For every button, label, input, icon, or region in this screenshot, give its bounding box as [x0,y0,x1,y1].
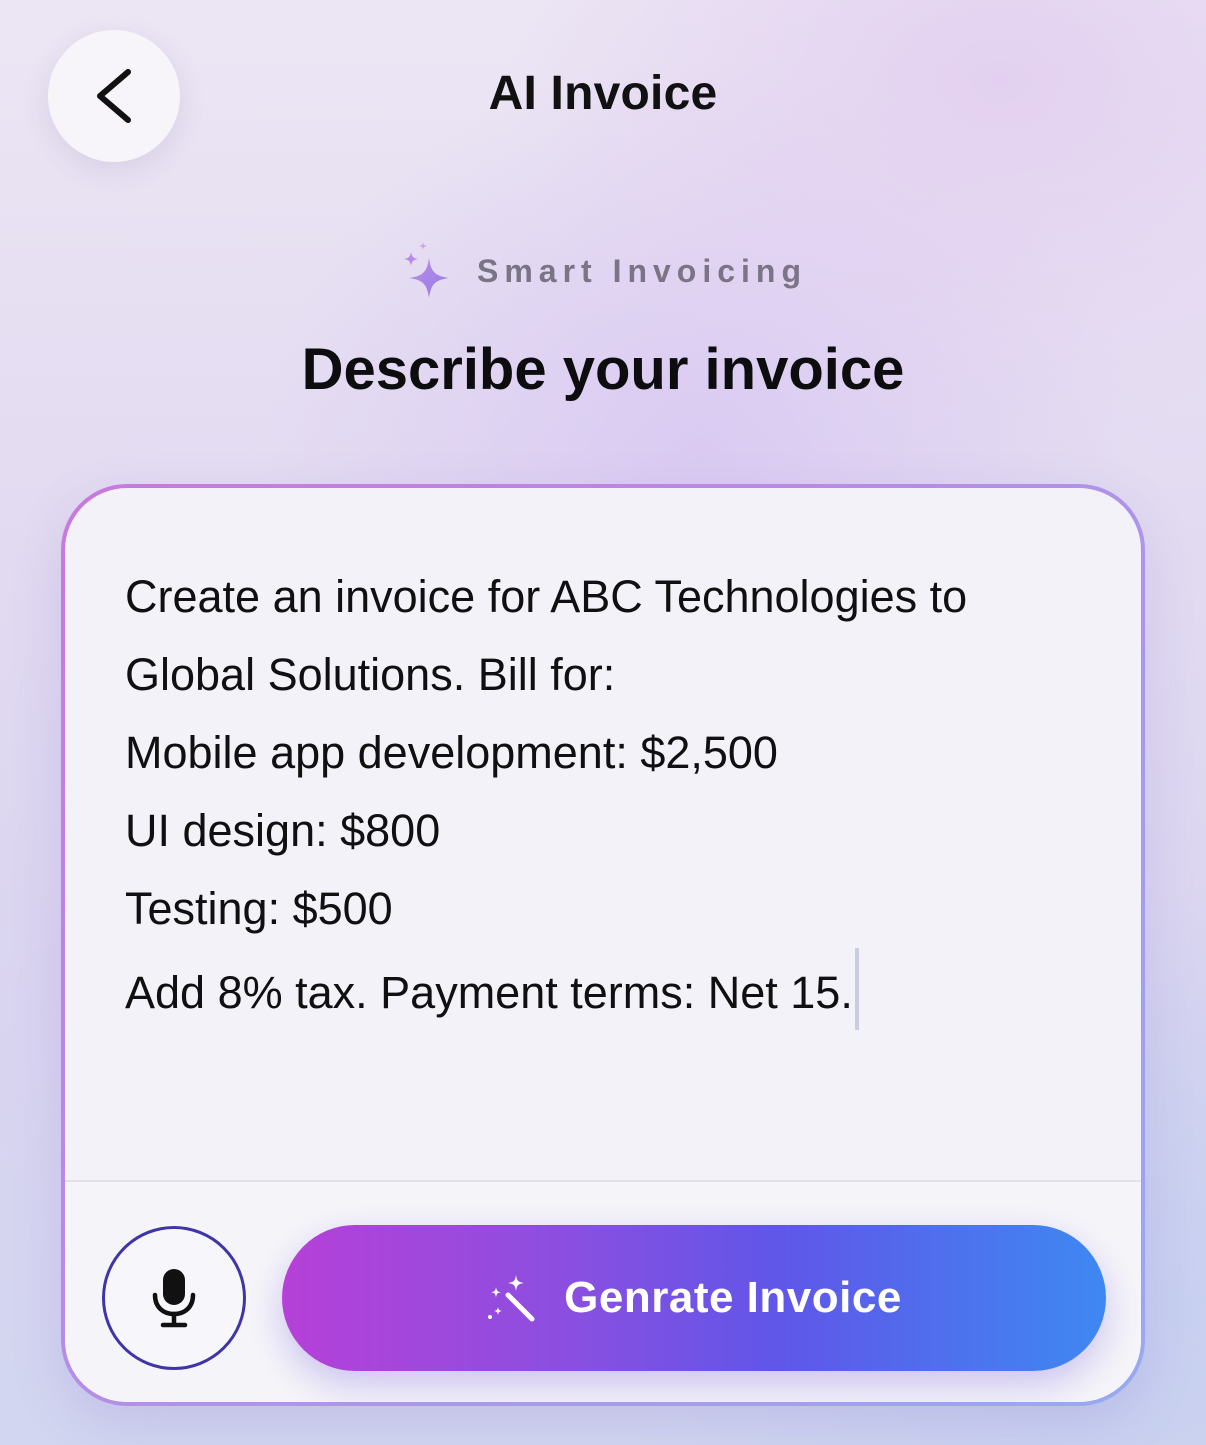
microphone-button[interactable] [102,1226,246,1370]
tagline-text: Smart Invoicing [476,252,808,289]
prompt-input[interactable]: Create an invoice for ABC Technologies t… [125,558,1091,1032]
page-title: AI Invoice [488,67,718,120]
text-cursor [854,948,859,1030]
prompt-line: UI design: $800 [125,805,441,856]
prompt-line: Testing: $500 [125,883,393,934]
magic-wand-icon [488,1275,535,1322]
prompt-line: Create an invoice for ABC Technologies t… [125,571,968,622]
tagline: Smart Invoicing [0,240,1206,302]
prompt-line: Mobile app development: $2,500 [125,727,778,778]
prompt-card-inner: Create an invoice for ABC Technologies t… [65,488,1141,1402]
headline: Describe your invoice [301,337,905,402]
prompt-card: Create an invoice for ABC Technologies t… [61,484,1145,1406]
microphone-icon [152,1269,196,1328]
generate-invoice-button[interactable]: Genrate Invoice [282,1225,1106,1371]
prompt-line: Add 8% tax. Payment terms: Net 15. [125,967,853,1018]
prompt-line: Global Solutions. Bill for: [125,649,616,700]
sparkles-icon [403,242,449,298]
generate-invoice-label: Genrate Invoice [564,1273,902,1322]
divider [65,1180,1141,1182]
